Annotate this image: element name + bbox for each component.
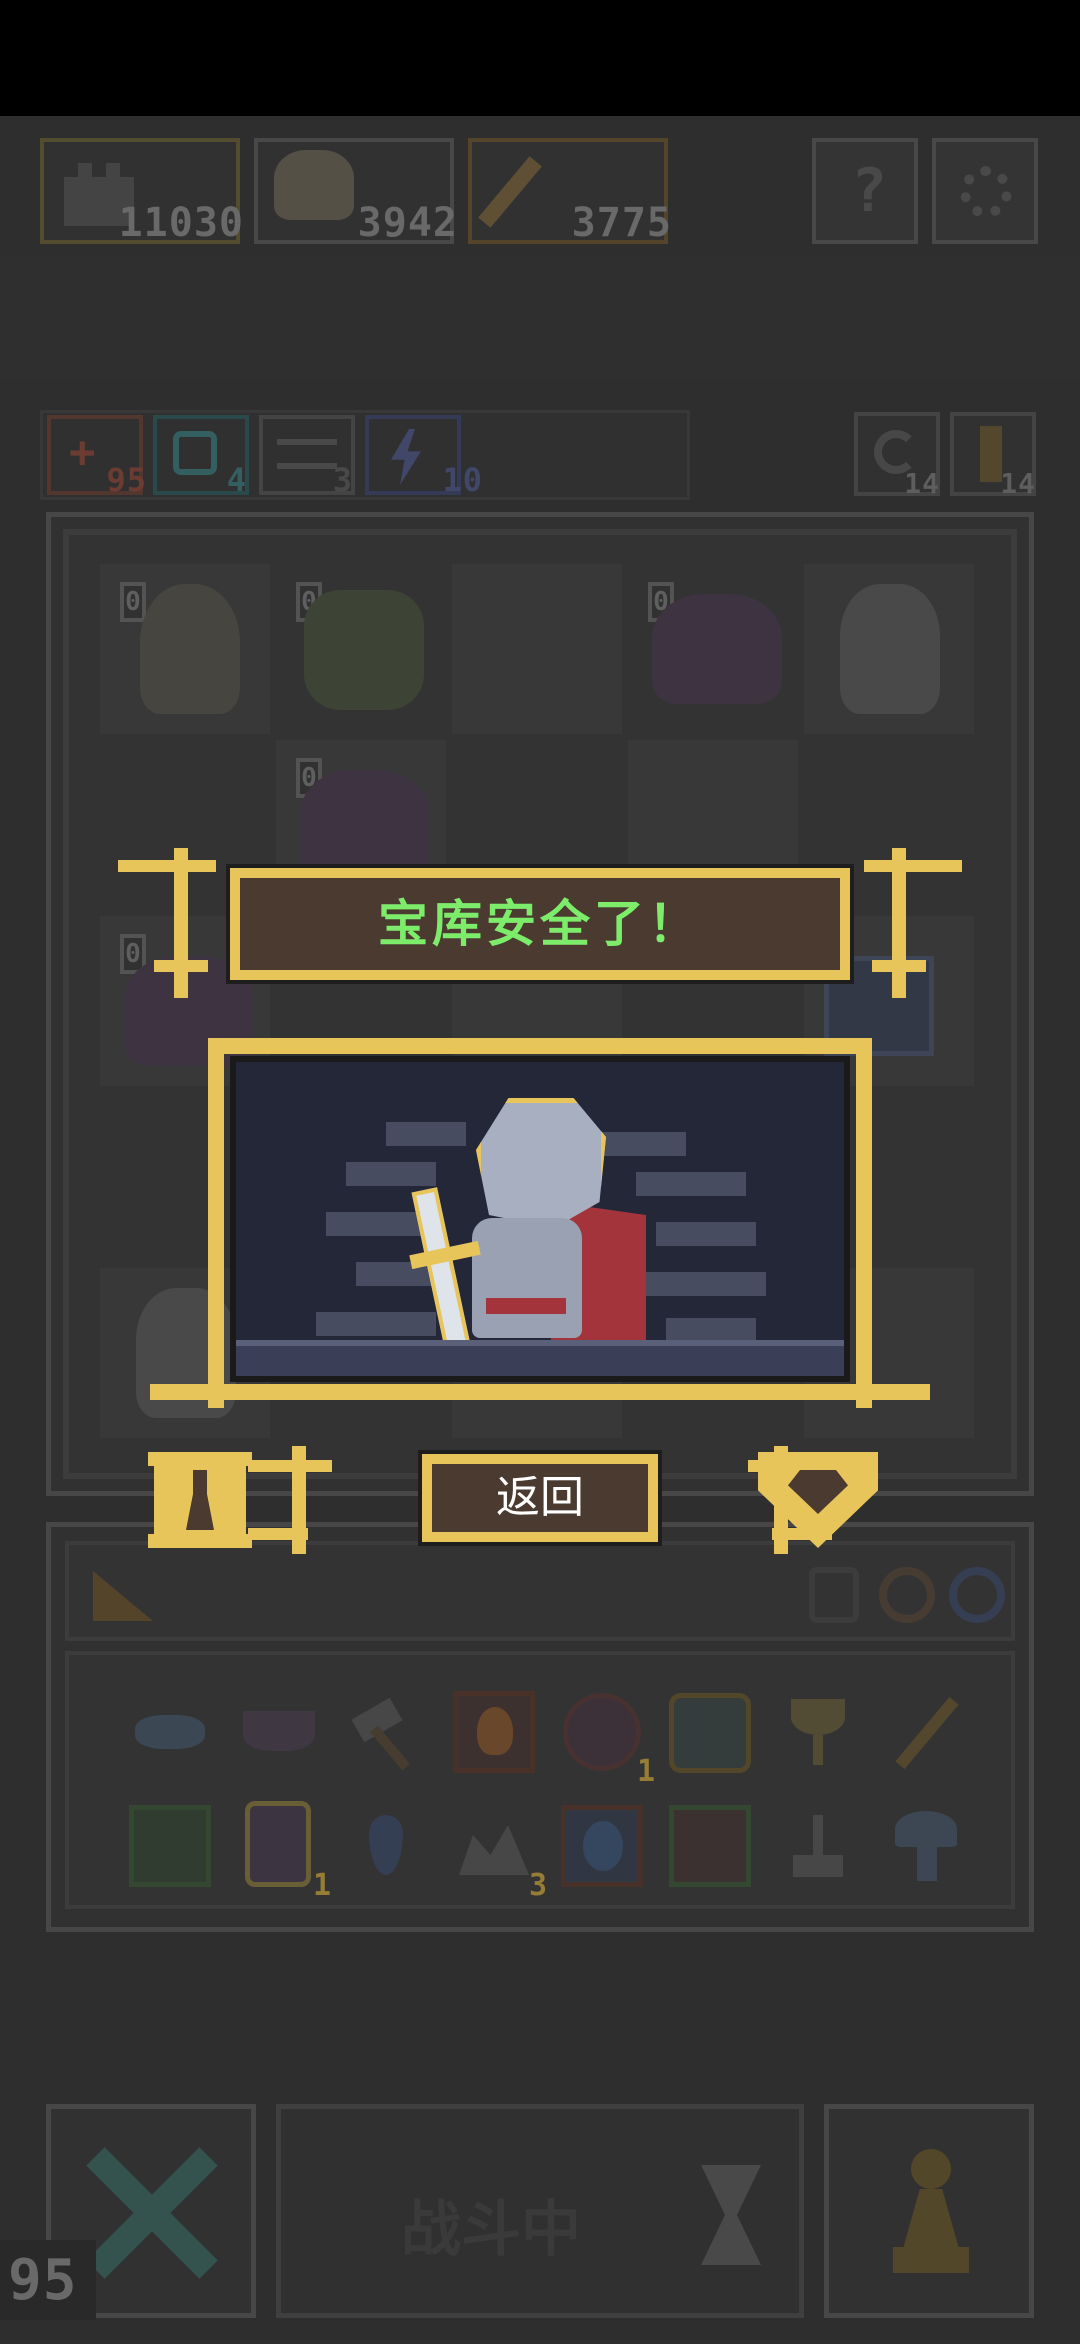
ring-icon[interactable] [879,1567,935,1623]
battle-status-label: 战斗中 [401,2195,581,2265]
resource-value: 11030 [118,200,244,246]
board-cell[interactable]: 0 [276,564,446,734]
magic-staff-icon[interactable] [881,1687,971,1777]
dungeon-floor [236,1340,844,1376]
potion-jar-icon[interactable]: 1 [233,1801,331,1903]
return-button[interactable]: 返回 [418,1450,662,1546]
item-count: 1 [636,1754,655,1789]
board-cell[interactable]: 0 [628,564,798,734]
demon-shield-icon[interactable]: 1 [557,1687,655,1789]
chalice-icon[interactable] [773,1687,863,1777]
bow-icon[interactable] [125,1687,215,1777]
bowl-icon[interactable] [233,1687,323,1777]
result-popup: 宝库安全了！ 返回 [118,848,962,1568]
water-scroll-icon[interactable] [557,1801,647,1891]
hammer-icon[interactable] [341,1687,431,1777]
hero-portrait-icon [274,150,354,220]
status-bar [0,0,1080,116]
key-icon [980,426,1002,482]
stat-evasion: 3 [259,415,355,499]
help-button[interactable]: ? [812,138,918,244]
stat-value: 95 [106,461,147,499]
staff-icon [478,156,542,228]
banner-right-post [862,848,962,998]
orb-icon[interactable] [949,1567,1005,1623]
inventory-panel: 1 1 3 [46,1522,1034,1932]
fire-scroll-icon[interactable] [449,1687,539,1777]
badge-icon[interactable] [809,1567,859,1623]
pawn-icon [893,2149,969,2279]
return-button-label: 返回 [496,1472,584,1523]
clock-icon [173,431,217,475]
stat-speed: 4 [153,415,249,499]
resource-mana: 3775 [468,138,671,246]
item-count: 3 [528,1868,547,1903]
battle-status-button[interactable]: 战斗中 [276,2104,804,2318]
knight-body [472,1218,582,1338]
board-cell[interactable] [452,564,622,734]
fps-value: 95 [8,2248,78,2313]
green-scroll-icon[interactable] [125,1801,215,1891]
ore-icon[interactable]: 3 [449,1801,547,1903]
gear-icon [960,166,1012,218]
settings-button[interactable] [932,138,1038,244]
stat-attack: + 95 [47,415,146,499]
board-cell[interactable]: 0 [100,564,270,734]
stat-energy: 10 [365,415,482,499]
fps-counter: 95 [0,2240,96,2320]
lightning-icon [391,429,421,485]
minotaur-unit-icon [304,590,424,710]
inventory-grid: 1 1 3 [65,1651,1015,1909]
mushroom-icon[interactable] [881,1801,971,1891]
popup-title: 宝库安全了！ [378,895,702,953]
resource-bar: 11030 3942 3775 [40,138,671,248]
refresh-counter[interactable]: 14 [854,412,940,500]
pawn-action-button[interactable] [148,1452,252,1548]
counter-value: 14 [904,467,940,500]
item-count: 1 [312,1868,331,1903]
resource-hero: 3942 [254,138,457,246]
unit-level: 0 [120,582,146,622]
lever-icon[interactable] [773,1801,863,1891]
resource-gold: 11030 [40,138,243,246]
gem-action-button[interactable] [758,1452,878,1548]
resource-value: 3942 [357,200,458,246]
stat-value: 10 [442,461,483,499]
knight-belt [486,1298,566,1314]
skeleton-unit-icon [840,584,940,714]
demon-unit-icon [652,594,782,704]
stats-bar: + 95 4 3 10 [40,410,690,500]
knight-helmet [476,1098,606,1228]
question-icon: ? [850,156,888,226]
close-icon [81,2143,221,2283]
wings-icon [277,439,337,469]
resource-value: 3775 [571,200,672,246]
crystal-cluster-icon[interactable] [665,1687,755,1777]
knight-icon [376,1098,696,1369]
water-drop-icon[interactable] [341,1801,431,1891]
stat-value: 3 [332,461,353,499]
witch-unit-icon [140,584,240,714]
board-cell[interactable] [804,564,974,734]
knight-scene [230,1056,850,1382]
cheese-icon[interactable] [93,1571,153,1621]
hourglass-icon [701,2165,761,2265]
stat-value: 4 [226,461,247,499]
banner-left-post [118,848,218,998]
sword-plus-icon: + [69,427,96,478]
counter-value: 14 [1000,467,1036,500]
red-scroll-icon[interactable] [665,1801,755,1891]
key-counter[interactable]: 14 [950,412,1036,500]
pawn-button[interactable] [824,2104,1034,2318]
title-banner: 宝库安全了！ [226,864,854,984]
picture-frame [150,1038,930,1408]
